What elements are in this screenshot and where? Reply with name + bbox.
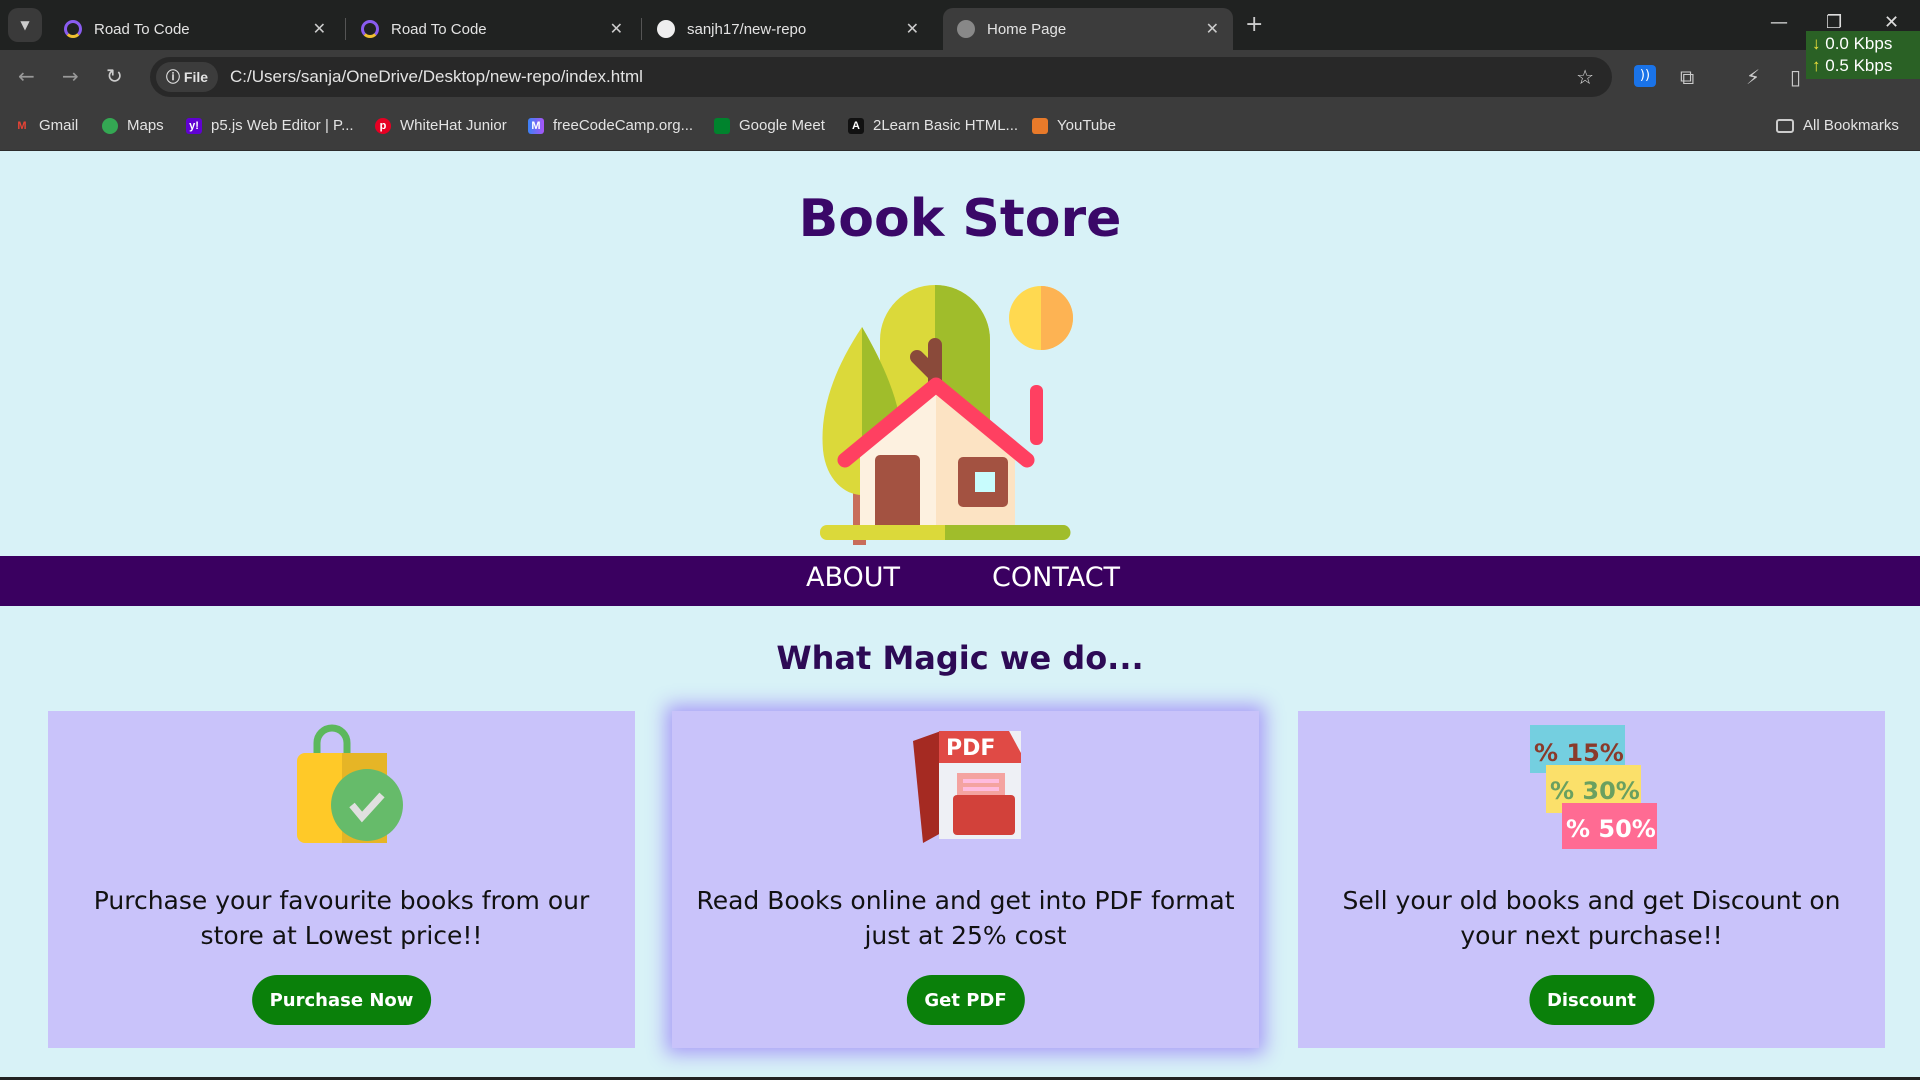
- url-text[interactable]: C:/Users/sanja/OneDrive/Desktop/new-repo…: [230, 57, 643, 97]
- new-tab-button[interactable]: +: [1245, 12, 1263, 37]
- pdf-card: PDF Read Books online and get into PDF f…: [672, 711, 1259, 1048]
- tab-search-button[interactable]: ▼: [8, 8, 42, 42]
- tab-title: sanjh17/new-repo: [687, 20, 807, 38]
- nav-about[interactable]: ABOUT: [806, 562, 900, 593]
- site-info-chip[interactable]: ⓘ File: [156, 62, 219, 92]
- energy-saver-icon[interactable]: ⚡: [1746, 65, 1760, 89]
- discount-button[interactable]: Discount: [1528, 975, 1655, 1025]
- close-window-button[interactable]: ✕: [1884, 12, 1899, 33]
- extension-icon[interactable]: )): [1634, 65, 1656, 87]
- restore-button[interactable]: ❐: [1826, 12, 1842, 33]
- bookmark-p5js[interactable]: y! p5.js Web Editor | P...: [186, 117, 354, 134]
- pinterest-icon: p: [375, 117, 391, 134]
- tab-title: Road To Code: [391, 20, 487, 38]
- tab-home-page[interactable]: Home Page ✕: [943, 8, 1233, 50]
- yahoo-icon: y!: [186, 117, 202, 134]
- minimize-button[interactable]: —: [1770, 12, 1788, 33]
- house-illustration: [820, 285, 1073, 545]
- nav-contact[interactable]: CONTACT: [992, 562, 1120, 593]
- close-tab-icon[interactable]: ✕: [610, 19, 623, 39]
- road-to-code-icon: [64, 20, 82, 38]
- freecodecamp-icon: M: [528, 117, 544, 134]
- bookmark-star-icon[interactable]: ☆: [1576, 65, 1594, 89]
- pdf-file-icon: PDF: [912, 731, 1021, 843]
- forward-button[interactable]: →: [62, 64, 79, 88]
- bookmark-youtube[interactable]: YouTube: [1032, 117, 1116, 134]
- road-to-code-icon: [361, 20, 379, 38]
- bookmarks-bar: M Gmail Maps y! p5.js Web Editor | P... pW…: [0, 103, 1920, 151]
- bookmark-whitehat[interactable]: p WhiteHat Junior: [375, 117, 507, 134]
- bookmark-maps[interactable]: Maps: [102, 117, 164, 134]
- shopping-bag-check-icon: [296, 724, 403, 843]
- tab-title: Road To Code: [94, 20, 190, 38]
- folder-icon: [1776, 118, 1794, 133]
- toolbar: ← → ↻ ⓘ File C:/Users/sanja/OneDrive/Des…: [0, 50, 1920, 103]
- upload-speed: 0.5 Kbps: [1825, 56, 1893, 75]
- bookmark-google-meet[interactable]: Google Meet: [714, 117, 825, 134]
- bookmark-2learn[interactable]: A 2Learn Basic HTML...: [848, 117, 1018, 134]
- youtube-icon: [1032, 117, 1048, 134]
- close-tab-icon[interactable]: ✕: [1206, 19, 1219, 39]
- card-text: Purchase your favourite books from our s…: [93, 886, 590, 950]
- side-panel-icon[interactable]: ▯: [1790, 65, 1801, 89]
- bookmark-freecodecamp[interactable]: MfreeCodeCamp.org...: [528, 117, 693, 134]
- address-bar[interactable]: ⓘ File C:/Users/sanja/OneDrive/Desktop/n…: [150, 57, 1612, 97]
- card-text: Sell your old books and get Discount on …: [1342, 886, 1841, 950]
- extensions-puzzle-icon[interactable]: ⧉: [1680, 65, 1694, 89]
- all-bookmarks-button[interactable]: All Bookmarks: [1776, 117, 1899, 134]
- back-button[interactable]: ←: [18, 64, 35, 88]
- maps-icon: [102, 117, 118, 134]
- bookmark-gmail[interactable]: M Gmail: [14, 117, 78, 134]
- globe-icon: [957, 20, 975, 38]
- google-meet-icon: [714, 117, 730, 134]
- main-nav: ABOUT CONTACT: [0, 556, 1920, 606]
- 2learn-icon: A: [848, 117, 864, 134]
- gmail-icon: M: [17, 119, 27, 132]
- svg-text:PDF: PDF: [946, 736, 995, 761]
- discount-tags-icon: % 15% % 30% % 50%: [1529, 725, 1657, 849]
- github-icon: [657, 20, 675, 38]
- close-tab-icon[interactable]: ✕: [313, 19, 326, 39]
- svg-text:% 50%: % 50%: [1566, 815, 1656, 843]
- svg-text:% 15%: % 15%: [1534, 739, 1624, 767]
- discount-card: % 15% % 30% % 50% Sell your old books an…: [1298, 711, 1885, 1048]
- download-speed: 0.0 Kbps: [1825, 34, 1893, 53]
- purchase-now-button[interactable]: Purchase Now: [251, 975, 432, 1025]
- close-tab-icon[interactable]: ✕: [906, 19, 919, 39]
- reload-button[interactable]: ↻: [106, 64, 123, 88]
- purchase-card: Purchase your favourite books from our s…: [48, 711, 635, 1048]
- tab-road-to-code-1[interactable]: Road To Code ✕: [50, 8, 340, 50]
- card-text: Read Books online and get into PDF forma…: [696, 886, 1235, 950]
- tab-title: Home Page: [987, 20, 1067, 38]
- get-pdf-button[interactable]: Get PDF: [906, 975, 1025, 1025]
- tab-road-to-code-2[interactable]: Road To Code ✕: [347, 8, 637, 50]
- section-heading: What Magic we do...: [776, 639, 1144, 677]
- tab-bar: ▼ Road To Code ✕ Road To Code ✕ sanjh17/ne…: [0, 0, 1920, 50]
- network-speed-overlay: ↓ 0.0 Kbps ↑ 0.5 Kbps: [1806, 31, 1920, 79]
- page-content: Book Store ABOUT CONTACT What Magic we d…: [0, 151, 1920, 1077]
- tab-github[interactable]: sanjh17/new-repo ✕: [643, 8, 933, 50]
- page-title: Book Store: [798, 189, 1122, 249]
- svg-text:% 30%: % 30%: [1550, 777, 1640, 805]
